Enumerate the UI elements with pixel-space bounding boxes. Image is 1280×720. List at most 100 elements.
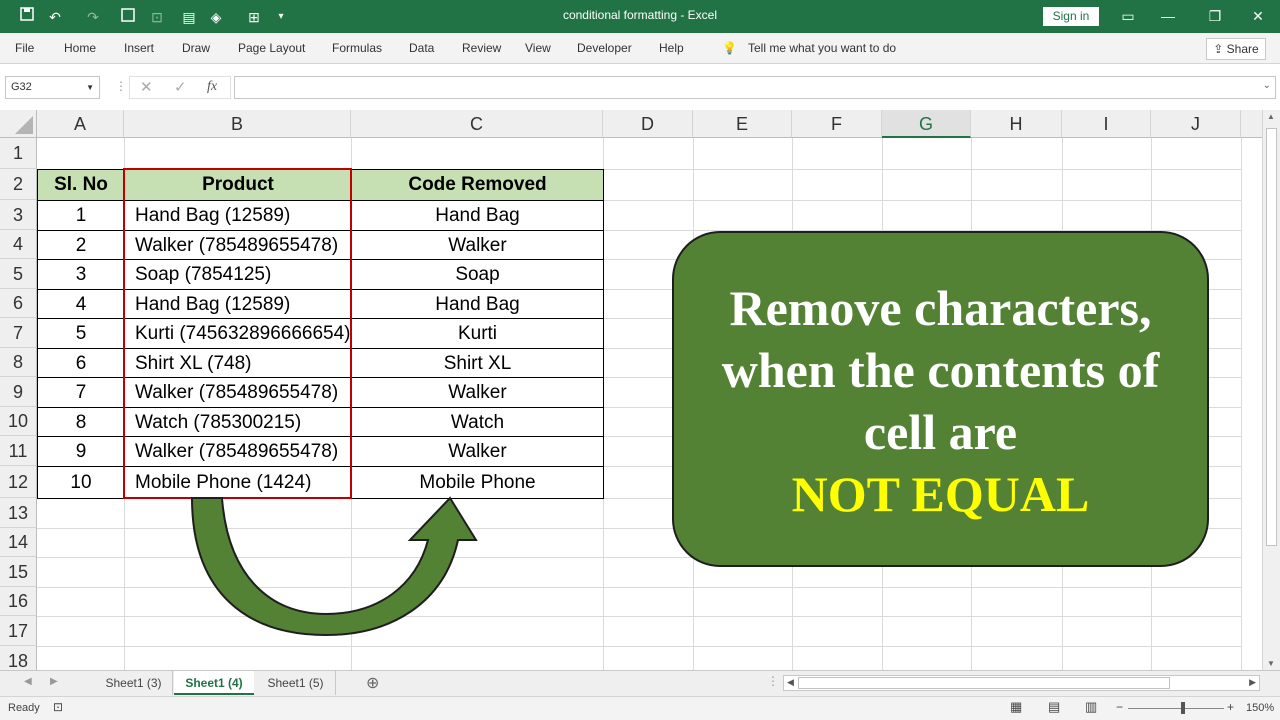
split-handle-icon[interactable]: ⋮ [767,674,779,688]
scroll-right-icon[interactable]: ▶ [1249,677,1256,688]
cell-code-removed[interactable]: Hand Bag [351,289,604,319]
column-header-i[interactable]: I [1062,110,1151,138]
enter-icon[interactable]: ✓ [174,78,187,96]
column-header-d[interactable]: D [603,110,693,138]
column-header-h[interactable]: H [971,110,1062,138]
row-header-13[interactable]: 13 [0,498,37,528]
column-header-e[interactable]: E [693,110,792,138]
cell-code-removed[interactable]: Walker [351,230,604,260]
insert-function-icon[interactable]: fx [207,79,217,95]
page-layout-view-icon[interactable]: ▤ [1048,699,1060,715]
tab-draw[interactable]: Draw [182,41,210,55]
tab-data[interactable]: Data [409,41,434,55]
sign-in-button[interactable]: Sign in [1043,7,1099,26]
cell-sl-no[interactable]: 10 [37,466,125,499]
cell-code-removed[interactable]: Watch [351,407,604,437]
row-header-16[interactable]: 16 [0,587,37,616]
cell-sl-no[interactable]: 5 [37,318,125,349]
tab-help[interactable]: Help [659,41,684,55]
row-header-2[interactable]: 2 [0,169,37,200]
next-sheet-icon[interactable]: ▶ [50,676,58,687]
sheet-tab-5[interactable]: Sheet1 (5) [256,671,336,695]
vertical-scrollbar[interactable]: ▲ ▼ [1262,110,1280,670]
column-header-j[interactable]: J [1151,110,1241,138]
tab-home[interactable]: Home [64,41,96,55]
column-header-b[interactable]: B [124,110,351,138]
normal-view-icon[interactable]: ▦ [1010,699,1022,715]
share-button[interactable]: ⇪ Share [1206,38,1266,60]
column-header-c[interactable]: C [351,110,603,138]
scroll-left-icon[interactable]: ◀ [787,677,794,688]
cell-code-removed[interactable]: Soap [351,259,604,290]
column-header-g[interactable]: G [882,110,971,138]
row-header-10[interactable]: 10 [0,407,37,436]
horizontal-scrollbar[interactable]: ◀ ▶ [783,675,1260,691]
header-sl-no[interactable]: Sl. No [37,169,125,201]
row-header-8[interactable]: 8 [0,348,37,377]
zoom-level[interactable]: 150% [1246,702,1274,714]
row-header-5[interactable]: 5 [0,259,37,289]
row-header-3[interactable]: 3 [0,200,37,230]
expand-formula-icon[interactable]: ⌄ [1263,80,1271,91]
row-header-11[interactable]: 11 [0,436,37,466]
row-header-12[interactable]: 12 [0,466,37,498]
scroll-up-icon[interactable]: ▲ [1267,112,1275,121]
zoom-out-icon[interactable]: − [1116,700,1123,714]
h-scroll-thumb[interactable] [798,677,1170,689]
tab-page-layout[interactable]: Page Layout [238,41,305,55]
row-header-6[interactable]: 6 [0,289,37,318]
close-icon[interactable]: ✕ [1238,4,1278,28]
tab-developer[interactable]: Developer [577,41,632,55]
cell-sl-no[interactable]: 3 [37,259,125,290]
name-box[interactable]: G32 ▼ [5,76,100,99]
tab-file[interactable]: File [15,41,34,55]
cell-sl-no[interactable]: 1 [37,200,125,231]
zoom-slider[interactable] [1128,708,1224,709]
tab-formulas[interactable]: Formulas [332,41,382,55]
row-header-7[interactable]: 7 [0,318,37,348]
column-header-f[interactable]: F [792,110,882,138]
gridline [37,646,1241,647]
row-header-14[interactable]: 14 [0,528,37,557]
cell-code-removed[interactable]: Hand Bag [351,200,604,231]
cell-sl-no[interactable]: 4 [37,289,125,319]
row-header-4[interactable]: 4 [0,230,37,259]
formula-input[interactable]: ⌄ [234,76,1276,99]
cell-sl-no[interactable]: 9 [37,436,125,467]
cell-code-removed[interactable]: Walker [351,436,604,467]
row-header-1[interactable]: 1 [0,138,37,169]
tab-view[interactable]: View [525,41,551,55]
row-header-15[interactable]: 15 [0,557,37,587]
cell-sl-no[interactable]: 6 [37,348,125,378]
worksheet-grid[interactable]: A B C D E F G H I J 1 2 3 4 5 6 7 8 9 10… [0,110,1262,670]
row-header-18[interactable]: 18 [0,646,37,670]
scroll-down-icon[interactable]: ▼ [1267,659,1275,668]
cell-code-removed[interactable]: Shirt XL [351,348,604,378]
tab-insert[interactable]: Insert [124,41,154,55]
prev-sheet-icon[interactable]: ◀ [24,676,32,687]
sheet-tab-3[interactable]: Sheet1 (3) [95,671,173,695]
cell-sl-no[interactable]: 8 [37,407,125,437]
sheet-tab-4[interactable]: Sheet1 (4) [174,671,254,695]
zoom-in-icon[interactable]: + [1227,700,1234,714]
cell-sl-no[interactable]: 2 [37,230,125,260]
tell-me-search[interactable]: Tell me what you want to do [748,41,896,55]
row-header-17[interactable]: 17 [0,616,37,646]
ribbon-display-icon[interactable]: ▭ [1108,4,1148,28]
cell-sl-no[interactable]: 7 [37,377,125,408]
cancel-icon[interactable]: ✕ [140,78,153,96]
minimize-icon[interactable]: — [1148,4,1188,28]
tab-review[interactable]: Review [462,41,501,55]
macro-record-icon[interactable]: ⊡ [53,700,63,714]
restore-icon[interactable]: ❐ [1195,4,1235,28]
page-break-view-icon[interactable]: ▥ [1085,699,1097,715]
cell-code-removed[interactable]: Walker [351,377,604,408]
zoom-slider-thumb[interactable] [1181,702,1185,714]
cell-code-removed[interactable]: Kurti [351,318,604,349]
header-code-removed[interactable]: Code Removed [351,169,604,201]
column-header-a[interactable]: A [37,110,124,138]
select-all-corner[interactable] [0,110,37,138]
add-sheet-icon[interactable]: ⊕ [366,673,379,693]
scroll-thumb[interactable] [1266,128,1277,546]
row-header-9[interactable]: 9 [0,377,37,407]
